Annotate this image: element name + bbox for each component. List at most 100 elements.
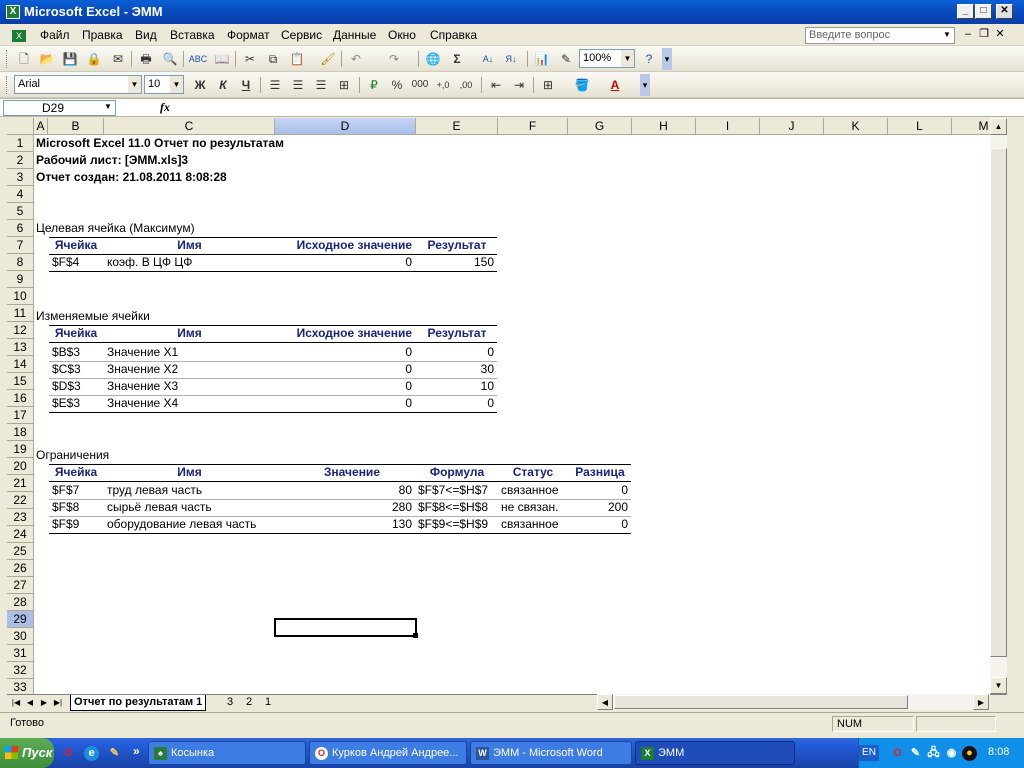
row-header-16[interactable]: 16: [7, 390, 34, 407]
column-header-c[interactable]: C: [104, 118, 275, 135]
constraint-row-formula[interactable]: $F$8<=$H$8: [418, 499, 488, 516]
align-left-icon[interactable]: ☰: [265, 76, 285, 94]
menu-help[interactable]: Справка: [430, 28, 477, 42]
constraints-header-diff[interactable]: Разница: [568, 464, 632, 481]
opera-icon[interactable]: O: [61, 746, 76, 761]
report-sheet[interactable]: Рабочий лист: [ЭММ.xls]3: [36, 152, 188, 169]
tray-opera-icon[interactable]: O: [890, 746, 905, 761]
decrease-indent-icon[interactable]: ⇤: [486, 76, 506, 94]
minimize-button[interactable]: _: [957, 4, 974, 19]
language-indicator[interactable]: EN: [859, 745, 879, 761]
align-right-icon[interactable]: ☰: [311, 76, 331, 94]
merge-center-icon[interactable]: ⊞: [334, 76, 354, 94]
row-header-7[interactable]: 7: [7, 237, 34, 254]
constraints-header-cell[interactable]: Ячейка: [48, 464, 104, 481]
row-header-29[interactable]: 29: [7, 611, 34, 628]
open-icon[interactable]: 📂: [37, 50, 57, 68]
row-header-20[interactable]: 20: [7, 458, 34, 475]
changing-row-initial[interactable]: 0: [275, 395, 416, 412]
changing-caption[interactable]: Изменяемые ячейки: [36, 308, 150, 325]
zoom-dropdown-arrow-icon[interactable]: ▼: [621, 50, 634, 67]
print-icon[interactable]: 🖶: [136, 50, 156, 68]
constraint-row-formula[interactable]: $F$9<=$H$9: [418, 516, 488, 533]
permission-icon[interactable]: 🔒: [84, 50, 104, 68]
constraint-row-name[interactable]: сырьё левая часть: [107, 499, 212, 516]
menu-tools[interactable]: Сервис: [281, 28, 322, 42]
tray-app-icon[interactable]: ●: [962, 746, 977, 761]
row-header-11[interactable]: 11: [7, 305, 34, 322]
column-header-d[interactable]: D: [275, 118, 416, 135]
vertical-scroll-thumb[interactable]: [990, 148, 1007, 657]
horizontal-scrollbar[interactable]: ◀ ▶: [597, 694, 990, 710]
row-header-31[interactable]: 31: [7, 645, 34, 662]
name-box-dropdown-arrow-icon[interactable]: ▼: [104, 102, 112, 111]
sheet-tab-1[interactable]: 1: [262, 695, 274, 711]
task-opera[interactable]: O Курков Андрей Андрее...: [309, 741, 467, 765]
row-header-25[interactable]: 25: [7, 543, 34, 560]
increase-indent-icon[interactable]: ⇥: [509, 76, 529, 94]
changing-row-name[interactable]: Значение X4: [107, 395, 178, 412]
row-header-13[interactable]: 13: [7, 339, 34, 356]
format-painter-icon[interactable]: 🖌: [318, 50, 338, 68]
constraint-row-name[interactable]: труд левая часть: [107, 482, 202, 499]
insert-function-icon[interactable]: fx: [160, 100, 170, 115]
changing-row-initial[interactable]: 0: [275, 344, 416, 361]
changing-row-result[interactable]: 0: [416, 395, 498, 412]
row-header-21[interactable]: 21: [7, 475, 34, 492]
menu-format[interactable]: Формат: [227, 28, 270, 42]
constraint-row-value[interactable]: 280: [275, 499, 416, 516]
row-header-8[interactable]: 8: [7, 254, 34, 271]
row-header-17[interactable]: 17: [7, 407, 34, 424]
changing-header-result[interactable]: Результат: [416, 325, 498, 342]
constraint-row-cell[interactable]: $F$9: [52, 516, 79, 533]
italic-button[interactable]: К: [213, 76, 233, 94]
redo-icon[interactable]: ↷: [384, 50, 404, 68]
hyperlink-icon[interactable]: 🌐: [423, 50, 443, 68]
column-header-j[interactable]: J: [760, 118, 824, 135]
align-center-icon[interactable]: ☰: [288, 76, 308, 94]
fill-handle[interactable]: [413, 633, 418, 638]
workbook-icon[interactable]: X: [12, 30, 26, 42]
help-icon[interactable]: ?: [639, 50, 659, 68]
changing-row-result[interactable]: 0: [416, 344, 498, 361]
menu-edit[interactable]: Правка: [82, 28, 123, 42]
constraint-row-diff[interactable]: 200: [568, 499, 632, 516]
constraint-row-diff[interactable]: 0: [568, 516, 632, 533]
target-row-initial[interactable]: 0: [275, 254, 416, 271]
changing-row-cell[interactable]: $B$3: [52, 344, 80, 361]
row-header-5[interactable]: 5: [7, 203, 34, 220]
row-header-24[interactable]: 24: [7, 526, 34, 543]
row-header-14[interactable]: 14: [7, 356, 34, 373]
row-header-18[interactable]: 18: [7, 424, 34, 441]
font-size-dropdown-arrow-icon[interactable]: ▼: [170, 76, 183, 93]
constraint-row-name[interactable]: оборудование левая часть: [107, 516, 256, 533]
constraint-row-value[interactable]: 130: [275, 516, 416, 533]
chart-wizard-icon[interactable]: 📊: [532, 50, 552, 68]
column-header-g[interactable]: G: [568, 118, 632, 135]
toolbar-grip[interactable]: [6, 50, 9, 68]
prev-sheet-icon[interactable]: ◀: [23, 696, 37, 710]
autosum-icon[interactable]: Σ: [447, 50, 467, 68]
tray-network-icon[interactable]: 🖧: [926, 746, 941, 761]
row-header-3[interactable]: 3: [7, 169, 34, 186]
print-preview-icon[interactable]: 🔍: [160, 50, 180, 68]
target-row-cell[interactable]: $F$4: [52, 254, 79, 271]
browser-icon[interactable]: e: [84, 746, 99, 761]
row-header-32[interactable]: 32: [7, 662, 34, 679]
constraints-header-name[interactable]: Имя: [104, 464, 275, 481]
row-header-15[interactable]: 15: [7, 373, 34, 390]
next-sheet-icon[interactable]: ▶: [37, 696, 51, 710]
formula-input[interactable]: [176, 100, 1006, 116]
changing-row-cell[interactable]: $C$3: [52, 361, 81, 378]
drawing-icon[interactable]: ✎: [556, 50, 576, 68]
bold-button[interactable]: Ж: [190, 76, 210, 94]
column-header-f[interactable]: F: [498, 118, 568, 135]
borders-icon[interactable]: ⊞: [538, 76, 558, 94]
target-row-name[interactable]: коэф. В ЦФ ЦФ: [107, 254, 192, 271]
constraint-row-cell[interactable]: $F$7: [52, 482, 79, 499]
email-icon[interactable]: ✉: [108, 50, 128, 68]
row-header-22[interactable]: 22: [7, 492, 34, 509]
changing-row-cell[interactable]: $E$3: [52, 395, 80, 412]
font-combo[interactable]: Arial ▼: [14, 75, 142, 94]
row-header-23[interactable]: 23: [7, 509, 34, 526]
